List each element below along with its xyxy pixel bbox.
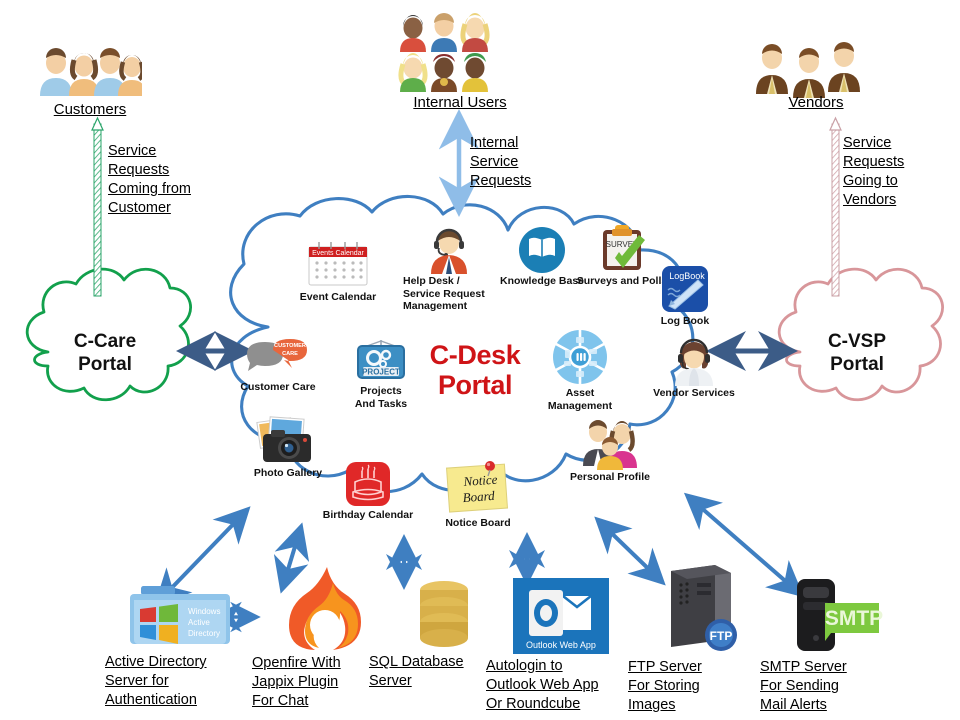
feature-label: Projects And Tasks xyxy=(354,385,408,410)
camera-photos-icon xyxy=(256,416,311,462)
svg-text:CUSTOMER: CUSTOMER xyxy=(274,343,306,349)
feature-customer-care[interactable]: CUSTOMER CARE Customer Care xyxy=(238,338,318,394)
server-smtp[interactable]: SMTP SMTP Server For Sending Mail Alerts xyxy=(760,575,910,715)
feature-label: Customer Care xyxy=(240,381,316,393)
feature-personal-profile[interactable]: Personal Profile xyxy=(562,418,658,484)
server-label: Active Directory Server for Authenticati… xyxy=(105,654,207,708)
server-active-directory[interactable]: Windows Active Directory Active Director… xyxy=(105,580,255,710)
svg-text:Notice: Notice xyxy=(462,472,498,489)
feature-projects-tasks[interactable]: PROJECT Projects And Tasks xyxy=(344,338,418,410)
ftp-badge-text: FTP xyxy=(710,629,733,643)
openfire-flame-icon xyxy=(289,567,361,650)
headset-agent-icon xyxy=(431,228,467,274)
feature-log-book[interactable]: LogBook Log Book xyxy=(650,264,720,328)
windows-ad-folder-icon: Windows Active Directory xyxy=(129,586,230,644)
ftp-tower-icon: FTP xyxy=(671,565,737,651)
svg-text:Directory: Directory xyxy=(188,629,220,638)
open-book-icon xyxy=(519,227,565,273)
feature-label: Personal Profile xyxy=(570,471,650,483)
smtp-device-icon: SMTP xyxy=(797,579,883,651)
c-care-portal-title: C-Care Portal xyxy=(73,331,137,375)
survey-clipboard-icon: SURVEY xyxy=(603,225,645,270)
feature-birthday-calendar[interactable]: Birthday Calendar xyxy=(322,460,414,522)
outlook-badge-text: Outlook Web App xyxy=(526,640,596,650)
customer-request-arrow xyxy=(91,116,104,297)
server-label: FTP Server For Storing Images xyxy=(628,659,702,713)
calendar-header-text: Events Calendar xyxy=(312,250,364,257)
customers-group-icon xyxy=(34,46,146,107)
vendor-request-arrow xyxy=(829,116,842,297)
c-vsp-portal-title: C-VSP Portal xyxy=(827,331,887,375)
project-gears-icon: PROJECT xyxy=(357,340,405,379)
logbook-badge-text: LogBook xyxy=(669,271,705,281)
c-desk-portal-title: C-Desk Portal xyxy=(429,340,521,400)
family-profile-icon xyxy=(583,420,637,470)
feature-photo-gallery[interactable]: Photo Gallery xyxy=(246,416,330,480)
feature-label: Photo Gallery xyxy=(253,467,323,479)
logbook-pen-icon: LogBook xyxy=(662,266,708,312)
project-badge-text: PROJECT xyxy=(362,368,400,377)
feature-asset-management[interactable]: Asset Management xyxy=(534,328,626,412)
server-outlook-web[interactable]: Outlook Web App Autologin to Outlook Web… xyxy=(486,578,636,714)
svg-text:CARE: CARE xyxy=(282,351,298,357)
vendors-label: Vendors xyxy=(788,94,844,111)
sticky-note-icon: Notice Board xyxy=(446,461,509,513)
birthday-cake-icon xyxy=(346,462,390,506)
asset-wheel-icon xyxy=(553,330,607,384)
feature-help-desk[interactable]: Help Desk / Service Request Management xyxy=(403,228,495,313)
feature-event-calendar[interactable]: Events Calendar Event Calendar xyxy=(296,240,380,304)
customer-flow-label: Service Requests Coming from Customer xyxy=(108,143,191,216)
vendor-flow-label: Service Requests Going to Vendors xyxy=(843,135,905,208)
feature-label: Birthday Calendar xyxy=(322,509,414,521)
outlook-web-app-icon: Outlook Web App xyxy=(513,578,609,654)
server-label: Autologin to Outlook Web App Or Roundcub… xyxy=(486,658,599,712)
feature-label: Asset Management xyxy=(547,387,613,412)
internal-users-group-icon xyxy=(396,12,494,101)
server-ftp[interactable]: FTP FTP Server For Storing Images xyxy=(628,563,778,715)
svg-text:Active: Active xyxy=(188,618,210,627)
customers-label: Customers xyxy=(53,101,127,118)
feature-label: Event Calendar xyxy=(299,291,377,303)
svg-text:Windows: Windows xyxy=(188,607,220,616)
feature-label: Notice Board xyxy=(445,517,511,529)
female-agent-icon xyxy=(675,338,713,386)
internal-flow-label: Internal Service Requests xyxy=(470,135,532,189)
calendar-icon: Events Calendar xyxy=(308,242,368,286)
smtp-badge-text: SMTP xyxy=(825,607,883,630)
feature-vendor-services[interactable]: Vendor Services xyxy=(650,338,738,400)
server-label: SMTP Server For Sending Mail Alerts xyxy=(760,659,847,713)
feature-label: Vendor Services xyxy=(653,387,735,399)
diagram-canvas: Customers Service Requests Coming from C… xyxy=(0,0,960,720)
feature-label: Help Desk / Service Request Management xyxy=(403,275,485,312)
feature-notice-board[interactable]: Notice Board Notice Board xyxy=(432,458,524,530)
internal-users-label: Internal Users xyxy=(413,94,507,111)
speech-bubbles-icon: CUSTOMER CARE xyxy=(247,339,307,371)
feature-label: Log Book xyxy=(660,315,710,327)
svg-text:Board: Board xyxy=(462,488,495,505)
database-cylinder-icon xyxy=(420,581,468,647)
